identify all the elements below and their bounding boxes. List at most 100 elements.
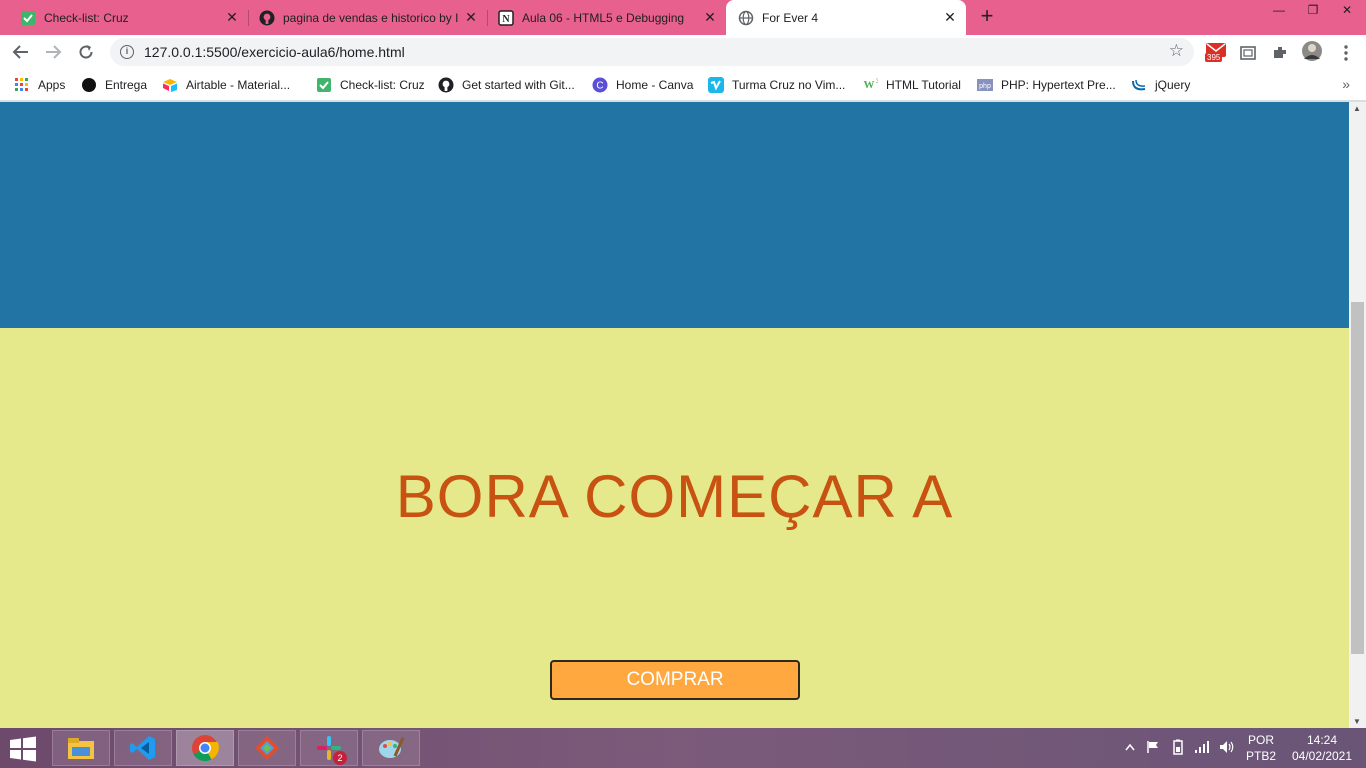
github-icon	[259, 10, 275, 26]
bookmark-label: HTML Tutorial	[886, 78, 961, 92]
minimize-icon[interactable]: —	[1262, 0, 1296, 20]
tab-label: Aula 06 - HTML5 e Debugging	[522, 10, 685, 25]
close-window-icon[interactable]: ✕	[1330, 0, 1364, 20]
url-text[interactable]: 127.0.0.1:5500/exercicio-aula6/home.html	[144, 44, 405, 60]
jquery-icon	[1131, 77, 1147, 93]
browser-toolbar: i 127.0.0.1:5500/exercicio-aula6/home.ht…	[0, 35, 1366, 69]
vimeo-icon	[708, 77, 724, 93]
bookmark-canva[interactable]: C Home - Canva	[592, 76, 693, 94]
bookmark-html-tutorial[interactable]: W3 HTML Tutorial	[862, 76, 961, 94]
taskbar-git[interactable]	[238, 730, 296, 766]
action-center-flag-icon[interactable]	[1146, 740, 1160, 757]
github-icon	[438, 77, 454, 93]
apps-grid-icon	[14, 77, 30, 93]
system-clock[interactable]: 14:24 04/02/2021	[1284, 732, 1360, 764]
airtable-icon	[162, 77, 178, 93]
file-explorer-icon	[68, 738, 94, 759]
volume-icon[interactable]	[1218, 739, 1236, 758]
svg-text:C: C	[596, 81, 603, 92]
taskbar-file-explorer[interactable]	[52, 730, 110, 766]
bookmark-label: PHP: Hypertext Pre...	[1001, 78, 1116, 92]
clock-time: 14:24	[1306, 733, 1338, 747]
profile-avatar[interactable]	[1300, 40, 1324, 62]
bookmark-label: Airtable - Material...	[186, 78, 291, 92]
windows-start-icon[interactable]	[8, 736, 40, 762]
slack-notification-badge: 2	[333, 751, 347, 765]
canva-icon: C	[592, 77, 608, 93]
bookmark-label: Check-list: Cruz	[340, 78, 425, 92]
tab-check-list[interactable]: Check-list: Cruz ✕	[0, 0, 248, 35]
new-tab-button[interactable]: +	[976, 5, 998, 28]
windows-taskbar: 2 POR PTB2 14:24 04/02/2021	[0, 728, 1366, 768]
tab-label: For Ever 4	[762, 10, 819, 25]
bookmark-label: Turma Cruz no Vim...	[732, 78, 846, 92]
svg-text:N: N	[502, 14, 510, 25]
hero-blue-section	[0, 102, 1349, 328]
taskbar-chrome[interactable]	[176, 730, 234, 766]
tab-label: pagina de vendas e historico by I	[283, 10, 459, 25]
network-signal-icon[interactable]	[1194, 740, 1210, 757]
scrollbar-thumb[interactable]	[1351, 302, 1364, 654]
bookmark-github[interactable]: Get started with Git...	[438, 76, 575, 94]
language-code: POR	[1247, 733, 1274, 747]
vscode-icon	[130, 736, 155, 760]
bookmark-entrega[interactable]: Entrega	[81, 76, 147, 94]
bookmark-apps[interactable]: Apps	[14, 76, 65, 94]
tab-close-icon[interactable]: ✕	[222, 9, 242, 26]
tray-overflow-icon[interactable]	[1125, 740, 1135, 754]
battery-icon[interactable]	[1170, 739, 1186, 758]
reload-button[interactable]	[73, 39, 99, 65]
tab-label: Check-list: Cruz	[44, 10, 129, 25]
site-info-icon[interactable]: i	[120, 45, 134, 59]
bookmark-label: Entrega	[105, 78, 148, 92]
scroll-down-icon[interactable]: ▼	[1353, 717, 1361, 726]
back-button[interactable]	[8, 39, 34, 65]
bookmark-vimeo[interactable]: Turma Cruz no Vim...	[708, 76, 845, 94]
w3schools-icon: W3	[862, 77, 879, 93]
bookmark-check-list[interactable]: Check-list: Cruz	[316, 76, 425, 94]
screen-capture-icon[interactable]	[1236, 42, 1260, 64]
restore-icon[interactable]: ❐	[1296, 0, 1330, 20]
notion-icon: N	[498, 9, 514, 26]
scroll-up-icon[interactable]: ▲	[1353, 104, 1361, 113]
tab-close-icon[interactable]: ✕	[940, 9, 960, 26]
paint-icon	[379, 737, 405, 758]
tab-github[interactable]: pagina de vendas e historico by I ✕	[249, 0, 487, 35]
address-bar[interactable]: i 127.0.0.1:5500/exercicio-aula6/home.ht…	[110, 38, 1194, 66]
extensions-puzzle-icon[interactable]	[1268, 42, 1292, 64]
gmail-badge: 395	[1205, 53, 1223, 62]
reload-icon	[79, 45, 93, 59]
bookmark-label: jQuery	[1155, 78, 1191, 92]
tab-close-icon[interactable]: ✕	[700, 9, 720, 26]
taskbar-slack[interactable]: 2	[300, 730, 358, 766]
page-scrollbar[interactable]: ▲ ▼	[1349, 102, 1366, 728]
globe-icon	[738, 10, 754, 26]
page-viewport: BORA COMEÇAR A COMPRAR	[0, 102, 1349, 728]
taskbar-vscode[interactable]	[114, 730, 172, 766]
php-icon: php	[977, 77, 993, 93]
svg-text:3: 3	[876, 79, 878, 85]
bookmarks-overflow-icon[interactable]: »	[1342, 76, 1350, 92]
back-arrow-icon	[12, 45, 28, 59]
keyboard-layout: PTB2	[1245, 749, 1276, 763]
language-indicator[interactable]: POR PTB2	[1243, 732, 1279, 764]
tab-for-ever-4[interactable]: For Ever 4 ✕	[726, 0, 966, 35]
bookmark-php[interactable]: php PHP: Hypertext Pre...	[977, 76, 1116, 94]
forward-button[interactable]	[40, 39, 66, 65]
check-icon	[316, 77, 332, 93]
tab-aula06[interactable]: N Aula 06 - HTML5 e Debugging ✕	[488, 0, 726, 35]
bookmark-label: Home - Canva	[616, 78, 694, 92]
chrome-icon	[192, 735, 219, 762]
browser-menu-icon[interactable]	[1334, 42, 1358, 64]
git-icon	[255, 736, 279, 760]
bookmark-star-icon[interactable]: ☆	[1169, 41, 1184, 61]
forward-arrow-icon	[46, 45, 62, 59]
check-icon	[20, 10, 36, 26]
tab-close-icon[interactable]: ✕	[461, 9, 481, 26]
bookmark-jquery[interactable]: jQuery	[1131, 76, 1190, 94]
page-headline: BORA COMEÇAR A	[395, 463, 954, 530]
cta-yellow-section: BORA COMEÇAR A COMPRAR	[0, 328, 1349, 728]
buy-button[interactable]: COMPRAR	[550, 660, 800, 700]
bookmark-airtable[interactable]: Airtable - Material...	[162, 76, 290, 94]
taskbar-paint[interactable]	[362, 730, 420, 766]
